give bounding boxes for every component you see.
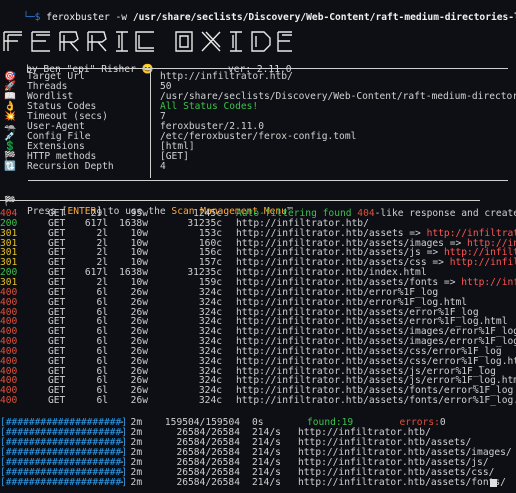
progress-url[interactable]: http://infiltrator.htb/assets/fonts/ [298,478,506,488]
request-rate: 214/s [252,477,281,488]
status-code: 301 [0,227,18,239]
flag-icon: 🏁 [4,195,16,207]
line-count: 6l [96,296,108,308]
request-count: 26584/26584 [176,477,240,488]
config-top-divider [28,68,508,69]
elapsed-time: - 2m [119,477,143,488]
terminal-cursor [490,479,497,487]
ferox-banner-logo [2,29,292,53]
errors-count: 0 [439,417,446,428]
press-enter-hint: 🏁 Press [ENTER] to use the Scan Manageme… [0,187,293,215]
progress-row: [####################] - 2m 26584/26584 214… [0,478,516,488]
status-code: 400 [0,296,18,308]
redirect-url[interactable]: http://infilt [450,257,516,268]
result-row[interactable]: 400 GET 6l 26w 324c http://infiltrator.htb/as… [0,396,516,406]
word-count: 26w [130,395,148,407]
command-text: feroxbuster -w [40,11,133,23]
word-count: 26w [130,296,148,308]
progress-bar: [####################] [0,477,128,488]
url-text[interactable]: http://infiltrator.htb/assets/fonts/erro… [236,395,516,406]
prompt-symbol: └─$ [23,11,41,23]
config-value: All Status Codes! [160,101,259,112]
filter-note-tail: -like response and created [374,208,516,219]
banner-ascii-art [3,31,292,52]
terminal-window[interactable]: └─$ feroxbuster -w /usr/share/seclists/D… [0,0,516,493]
config-key: Recursion Depth [27,161,114,172]
wordlist-path-arg: /usr/share/seclists/Discovery/Web-Conten… [132,11,516,23]
http-method: GET [48,296,66,308]
status-code: 400 [0,395,18,407]
config-column-divider [150,68,151,178]
http-method: GET [48,227,66,239]
word-count: 10w [130,227,148,239]
config-bottom-divider [28,180,508,181]
redirect-url[interactable]: http://infi [461,277,516,288]
config-value: 4 [160,161,166,172]
line-count: 2l [96,227,108,239]
char-count: 324c [198,296,222,308]
banner-byline: by Ben "epi" Risher 😊 ver: 2.11.0 [3,55,291,74]
result-url[interactable]: http://infiltrator.htb/assets/fonts/erro… [236,396,516,406]
results-top-divider [0,200,480,201]
http-method: GET [48,395,66,407]
command-prompt: └─$ feroxbuster -w /usr/share/seclists/D… [0,3,516,22]
config-value: http://infiltrator.htb/ [160,71,293,82]
char-count: 324c [198,395,222,407]
char-count: 153c [198,227,222,239]
line-count: 6l [96,395,108,407]
recursion-icon: 🔃 [4,161,16,172]
